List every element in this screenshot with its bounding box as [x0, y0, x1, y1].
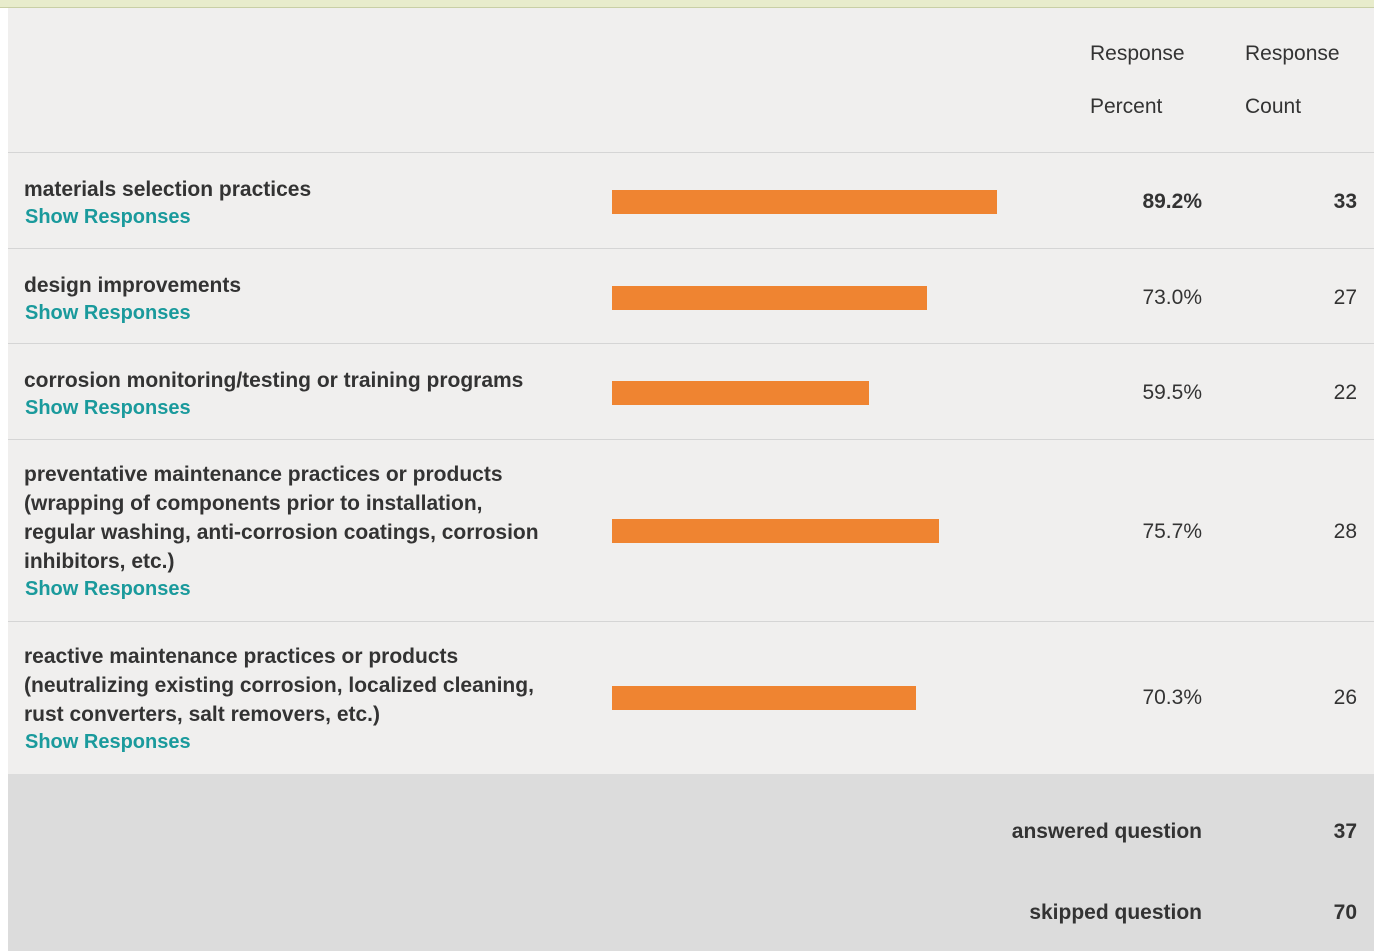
response-bar-fill — [612, 519, 940, 543]
answer-label: design improvements — [24, 274, 242, 297]
show-responses-link[interactable]: Show Responses — [25, 576, 544, 603]
table-row: design improvements Show Responses 73.0%… — [8, 249, 1374, 344]
show-responses-link[interactable]: Show Responses — [25, 395, 584, 422]
header-percent-line1: Response — [1090, 42, 1185, 65]
answer-option: design improvements Show Responses — [24, 271, 584, 327]
response-count: 28 — [1333, 520, 1357, 543]
answer-option: reactive maintenance practices or produc… — [24, 642, 544, 756]
answer-option: materials selection practices Show Respo… — [24, 175, 584, 231]
response-bar-fill — [612, 381, 870, 405]
table-row: materials selection practices Show Respo… — [8, 153, 1374, 249]
show-responses-link[interactable]: Show Responses — [25, 300, 584, 327]
response-bar-fill — [612, 286, 928, 310]
response-count: 26 — [1333, 686, 1357, 709]
response-count: 22 — [1333, 381, 1357, 404]
response-percent: 59.5% — [1142, 381, 1202, 404]
response-percent: 73.0% — [1142, 286, 1202, 309]
response-bar — [612, 286, 1044, 310]
answer-label: reactive maintenance practices or produc… — [24, 645, 534, 726]
answer-label: preventative maintenance practices or pr… — [24, 463, 539, 573]
response-bar-fill — [612, 686, 916, 710]
response-percent: 75.7% — [1142, 520, 1202, 543]
table-row: corrosion monitoring/testing or training… — [8, 344, 1374, 440]
skipped-question-count: 70 — [1333, 901, 1357, 924]
response-bar — [612, 381, 1044, 405]
response-bar — [612, 190, 1044, 214]
header-count-line1: Response — [1245, 42, 1340, 65]
response-bar — [612, 519, 1044, 543]
answer-option: preventative maintenance practices or pr… — [24, 460, 544, 603]
skipped-question-label: skipped question — [1029, 901, 1202, 924]
response-percent: 89.2% — [1142, 190, 1202, 213]
answered-question-label: answered question — [1011, 820, 1202, 843]
table-row: preventative maintenance practices or pr… — [8, 440, 1374, 622]
header-percent-line2: Percent — [1090, 95, 1163, 118]
top-border — [0, 0, 1374, 8]
survey-results-frame: Response Percent Response Count material… — [0, 0, 1374, 951]
answer-label: corrosion monitoring/testing or training… — [24, 369, 524, 392]
summary-footer: answered question 37 skipped question 70 — [8, 774, 1374, 951]
response-bar-fill — [612, 190, 998, 214]
response-bar — [612, 686, 1044, 710]
show-responses-link[interactable]: Show Responses — [25, 729, 544, 756]
answer-label: materials selection practices — [24, 178, 312, 201]
table-row: reactive maintenance practices or produc… — [8, 622, 1374, 774]
response-table: Response Percent Response Count material… — [8, 8, 1374, 951]
answered-question-count: 37 — [1333, 820, 1357, 843]
header-count-line2: Count — [1245, 95, 1302, 118]
table-header: Response Percent Response Count — [8, 8, 1374, 153]
response-percent: 70.3% — [1142, 686, 1202, 709]
answer-option: corrosion monitoring/testing or training… — [24, 366, 584, 422]
header-response-count: Response Count — [1245, 27, 1374, 133]
response-count: 33 — [1333, 190, 1357, 213]
header-response-percent: Response Percent — [1090, 27, 1220, 133]
show-responses-link[interactable]: Show Responses — [25, 204, 584, 231]
response-count: 27 — [1333, 286, 1357, 309]
